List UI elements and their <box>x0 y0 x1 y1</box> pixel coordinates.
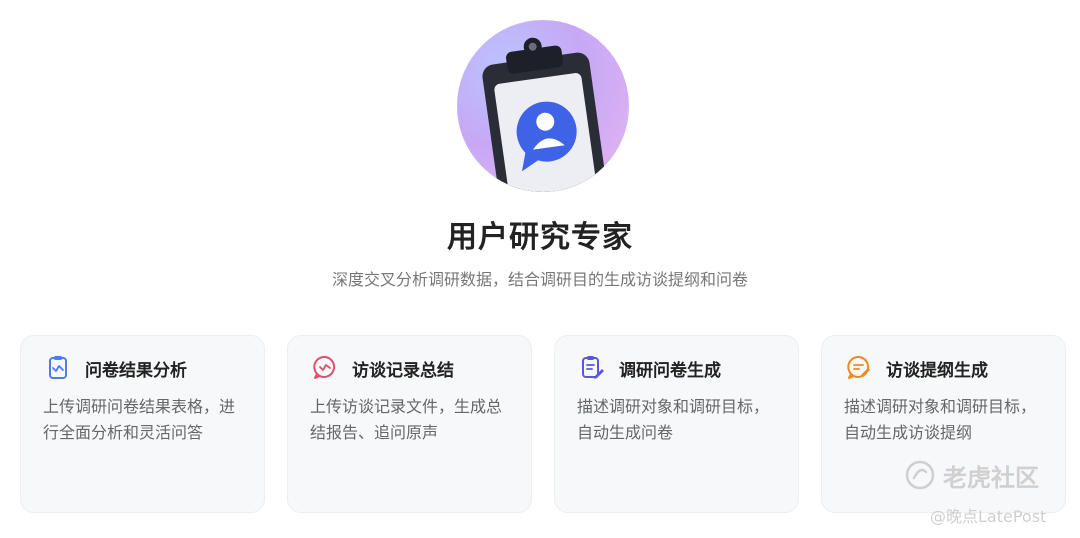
card-title: 调研问卷生成 <box>619 361 721 381</box>
page-subtitle: 深度交叉分析调研数据，结合调研目的生成访谈提纲和问卷 <box>331 270 748 289</box>
outline-generate-icon <box>847 355 870 379</box>
card-description: 上传访谈记录文件，生成总结报告、追问原声 <box>310 397 503 442</box>
card-title: 访谈记录总结 <box>352 361 454 381</box>
card-title: 问卷结果分析 <box>85 361 187 381</box>
card-description: 上传调研问卷结果表格，进行全面分析和灵活问答 <box>43 397 236 442</box>
clipboard-user-chat-icon <box>482 37 608 192</box>
card-title: 访谈提纲生成 <box>886 361 988 381</box>
watermark-handle: @晚点LatePost <box>930 507 1047 526</box>
survey-generate-icon <box>582 356 604 379</box>
tiger-logo-icon <box>905 460 935 490</box>
questionnaire-analysis-icon <box>49 356 67 379</box>
page-title: 用户研究专家 <box>447 220 633 255</box>
interview-chat-icon <box>313 355 336 379</box>
hero-avatar <box>457 20 629 192</box>
card-interview-summary[interactable]: 访谈记录总结 上传访谈记录文件，生成总结报告、追问原声 <box>287 335 532 513</box>
card-questionnaire-analysis[interactable]: 问卷结果分析 上传调研问卷结果表格，进行全面分析和灵活问答 <box>20 335 265 513</box>
watermark-brand-text: 老虎社区 <box>943 463 1039 492</box>
card-description: 描述调研对象和调研目标，自动生成访谈提纲 <box>844 397 1037 442</box>
card-survey-generation[interactable]: 调研问卷生成 描述调研对象和调研目标，自动生成问卷 <box>554 335 799 513</box>
watermark-brand: 老虎社区 <box>905 458 1039 492</box>
card-description: 描述调研对象和调研目标，自动生成问卷 <box>577 397 770 442</box>
